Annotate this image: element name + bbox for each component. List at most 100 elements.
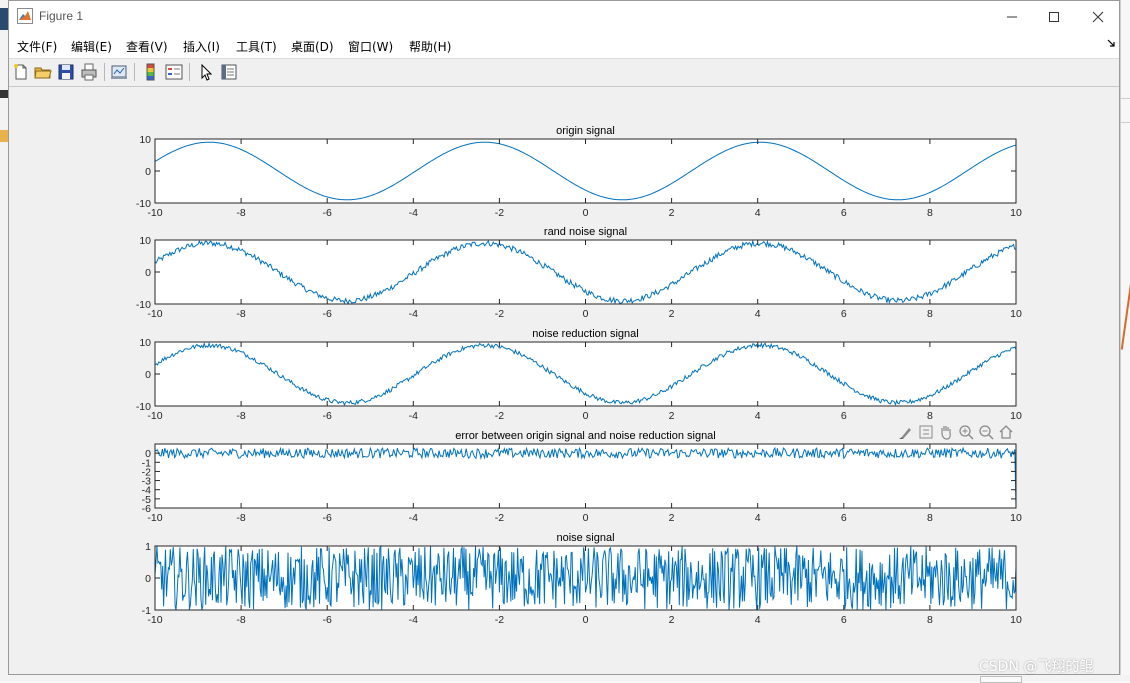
subplot-3: -10 -8 -6 -4 -2 0 2 4 6 8 10-10010noise reduction …: [136, 328, 1022, 422]
menu-bar: 文件(F) 编辑(E) 查看(V) 插入(I) 工具(T) 桌面(D) 窗口(W…: [9, 32, 1119, 58]
figure-canvas[interactable]: -10 -8 -6 -4 -2 0 2 4 6 8 10 -10 0 10 origin signal -10…: [9, 87, 1119, 674]
subplot-2: -10 -8 -6 -4 -2 0 2 4 6 8 10-10010rand noise signa…: [136, 226, 1022, 320]
menu-view[interactable]: 查看(V): [126, 38, 168, 55]
x-tick-label: 10: [1010, 512, 1022, 524]
x-tick-label: -8: [236, 308, 245, 320]
toolbar-separator: [134, 63, 135, 81]
property-editor-icon[interactable]: [219, 62, 239, 82]
x-tick-label: -4: [409, 614, 418, 626]
menu-desktop[interactable]: 桌面(D): [291, 38, 334, 55]
zoom-out-icon[interactable]: [978, 424, 994, 440]
menu-insert[interactable]: 插入(I): [183, 38, 220, 55]
zoom-in-icon[interactable]: [958, 424, 974, 440]
link-plot-icon[interactable]: [109, 62, 129, 82]
x-tick-label: 0: [583, 614, 589, 626]
x-tick-label: -2: [495, 207, 504, 219]
save-icon[interactable]: [56, 62, 76, 82]
subplot-title: origin signal: [556, 125, 615, 137]
minimize-button[interactable]: [989, 1, 1035, 32]
insert-legend-icon[interactable]: [164, 62, 184, 82]
subplot-title: noise reduction signal: [532, 328, 638, 340]
window-title: Figure 1: [39, 9, 84, 23]
pan-hand-icon[interactable]: [938, 424, 954, 440]
y-tick-label: -10: [136, 299, 151, 311]
x-tick-label: 4: [755, 614, 761, 626]
insert-colorbar-icon[interactable]: [141, 62, 161, 82]
figure-window: Figure 1 文件(F) 编辑(E) 查看(V) 插入(I) 工具(T) 桌…: [8, 0, 1120, 675]
figure-toolbar: [9, 58, 1119, 87]
subplots-figure[interactable]: -10 -8 -6 -4 -2 0 2 4 6 8 10-10010origin signal-10…: [9, 87, 1119, 674]
close-icon: [1092, 11, 1104, 22]
y-tick-label: -1: [142, 605, 151, 617]
y-tick-label: 0: [145, 369, 151, 381]
x-tick-label: -6: [323, 614, 332, 626]
y-tick-label: 0: [145, 166, 151, 178]
axes-background: [155, 342, 1016, 406]
y-tick-label: 10: [139, 235, 151, 247]
x-tick-label: -4: [409, 207, 418, 219]
y-tick-label: -10: [136, 198, 151, 210]
x-tick-label: 0: [583, 308, 589, 320]
menu-window[interactable]: 窗口(W): [348, 38, 393, 55]
open-file-icon[interactable]: [33, 62, 53, 82]
y-tick-label: 0: [145, 448, 151, 460]
x-tick-label: 6: [841, 512, 847, 524]
maximize-icon: [1049, 11, 1059, 22]
background-fragment: [0, 90, 8, 98]
title-bar[interactable]: Figure 1: [9, 1, 1119, 32]
x-tick-label: 2: [669, 207, 675, 219]
x-tick-label: -2: [495, 308, 504, 320]
y-tick-label: 10: [139, 337, 151, 349]
x-tick-label: 8: [927, 308, 933, 320]
menu-help[interactable]: 帮助(H): [409, 38, 451, 55]
x-tick-label: 6: [841, 614, 847, 626]
watermark-text: CSDN @飞翔的鲲: [979, 659, 1094, 675]
x-tick-label: -8: [236, 410, 245, 422]
background-fragment: [1120, 260, 1130, 350]
new-figure-icon[interactable]: [11, 62, 31, 82]
menu-tools[interactable]: 工具(T): [236, 38, 277, 55]
x-tick-label: 6: [841, 308, 847, 320]
x-tick-label: 8: [927, 512, 933, 524]
axes-background: [155, 139, 1016, 203]
x-tick-label: 8: [927, 207, 933, 219]
close-button[interactable]: [1075, 1, 1121, 32]
maximize-button[interactable]: [1031, 1, 1077, 32]
y-tick-label: 0: [145, 267, 151, 279]
toolbar-separator: [104, 63, 105, 81]
x-tick-label: 8: [927, 614, 933, 626]
y-tick-label: 0: [145, 573, 151, 585]
restore-view-icon[interactable]: [998, 424, 1014, 440]
x-tick-label: -2: [495, 410, 504, 422]
x-tick-label: -8: [236, 207, 245, 219]
menu-file[interactable]: 文件(F): [17, 38, 57, 55]
x-tick-label: -8: [236, 614, 245, 626]
subplot-5: -10 -8 -6 -4 -2 0 2 4 6 8 10-101noise signal: [142, 532, 1022, 626]
x-tick-label: -4: [409, 308, 418, 320]
x-tick-label: -4: [409, 410, 418, 422]
x-tick-label: 0: [583, 410, 589, 422]
subplot-title: rand noise signal: [544, 226, 627, 238]
x-tick-label: -8: [236, 512, 245, 524]
background-window-bottom-edge: [0, 675, 1130, 683]
x-tick-label: 2: [669, 308, 675, 320]
subplot-1: -10 -8 -6 -4 -2 0 2 4 6 8 10-10010origin signal: [136, 125, 1022, 219]
x-tick-label: 8: [927, 410, 933, 422]
x-tick-label: 10: [1010, 614, 1022, 626]
background-fragment: [0, 130, 8, 142]
edit-plot-arrow-icon[interactable]: [196, 62, 216, 82]
x-tick-label: 2: [669, 614, 675, 626]
dock-arrow-icon[interactable]: [1107, 39, 1115, 47]
x-tick-label: 2: [669, 512, 675, 524]
x-tick-label: -4: [409, 512, 418, 524]
menu-edit[interactable]: 编辑(E): [71, 38, 112, 55]
brush-icon[interactable]: [898, 424, 914, 440]
print-icon[interactable]: [79, 62, 99, 82]
matlab-logo-icon: [17, 8, 33, 24]
x-tick-label: -6: [323, 308, 332, 320]
x-tick-label: 10: [1010, 207, 1022, 219]
data-tips-icon[interactable]: [918, 424, 934, 440]
x-tick-label: 2: [669, 410, 675, 422]
x-tick-label: 0: [583, 512, 589, 524]
x-tick-label: 10: [1010, 308, 1022, 320]
